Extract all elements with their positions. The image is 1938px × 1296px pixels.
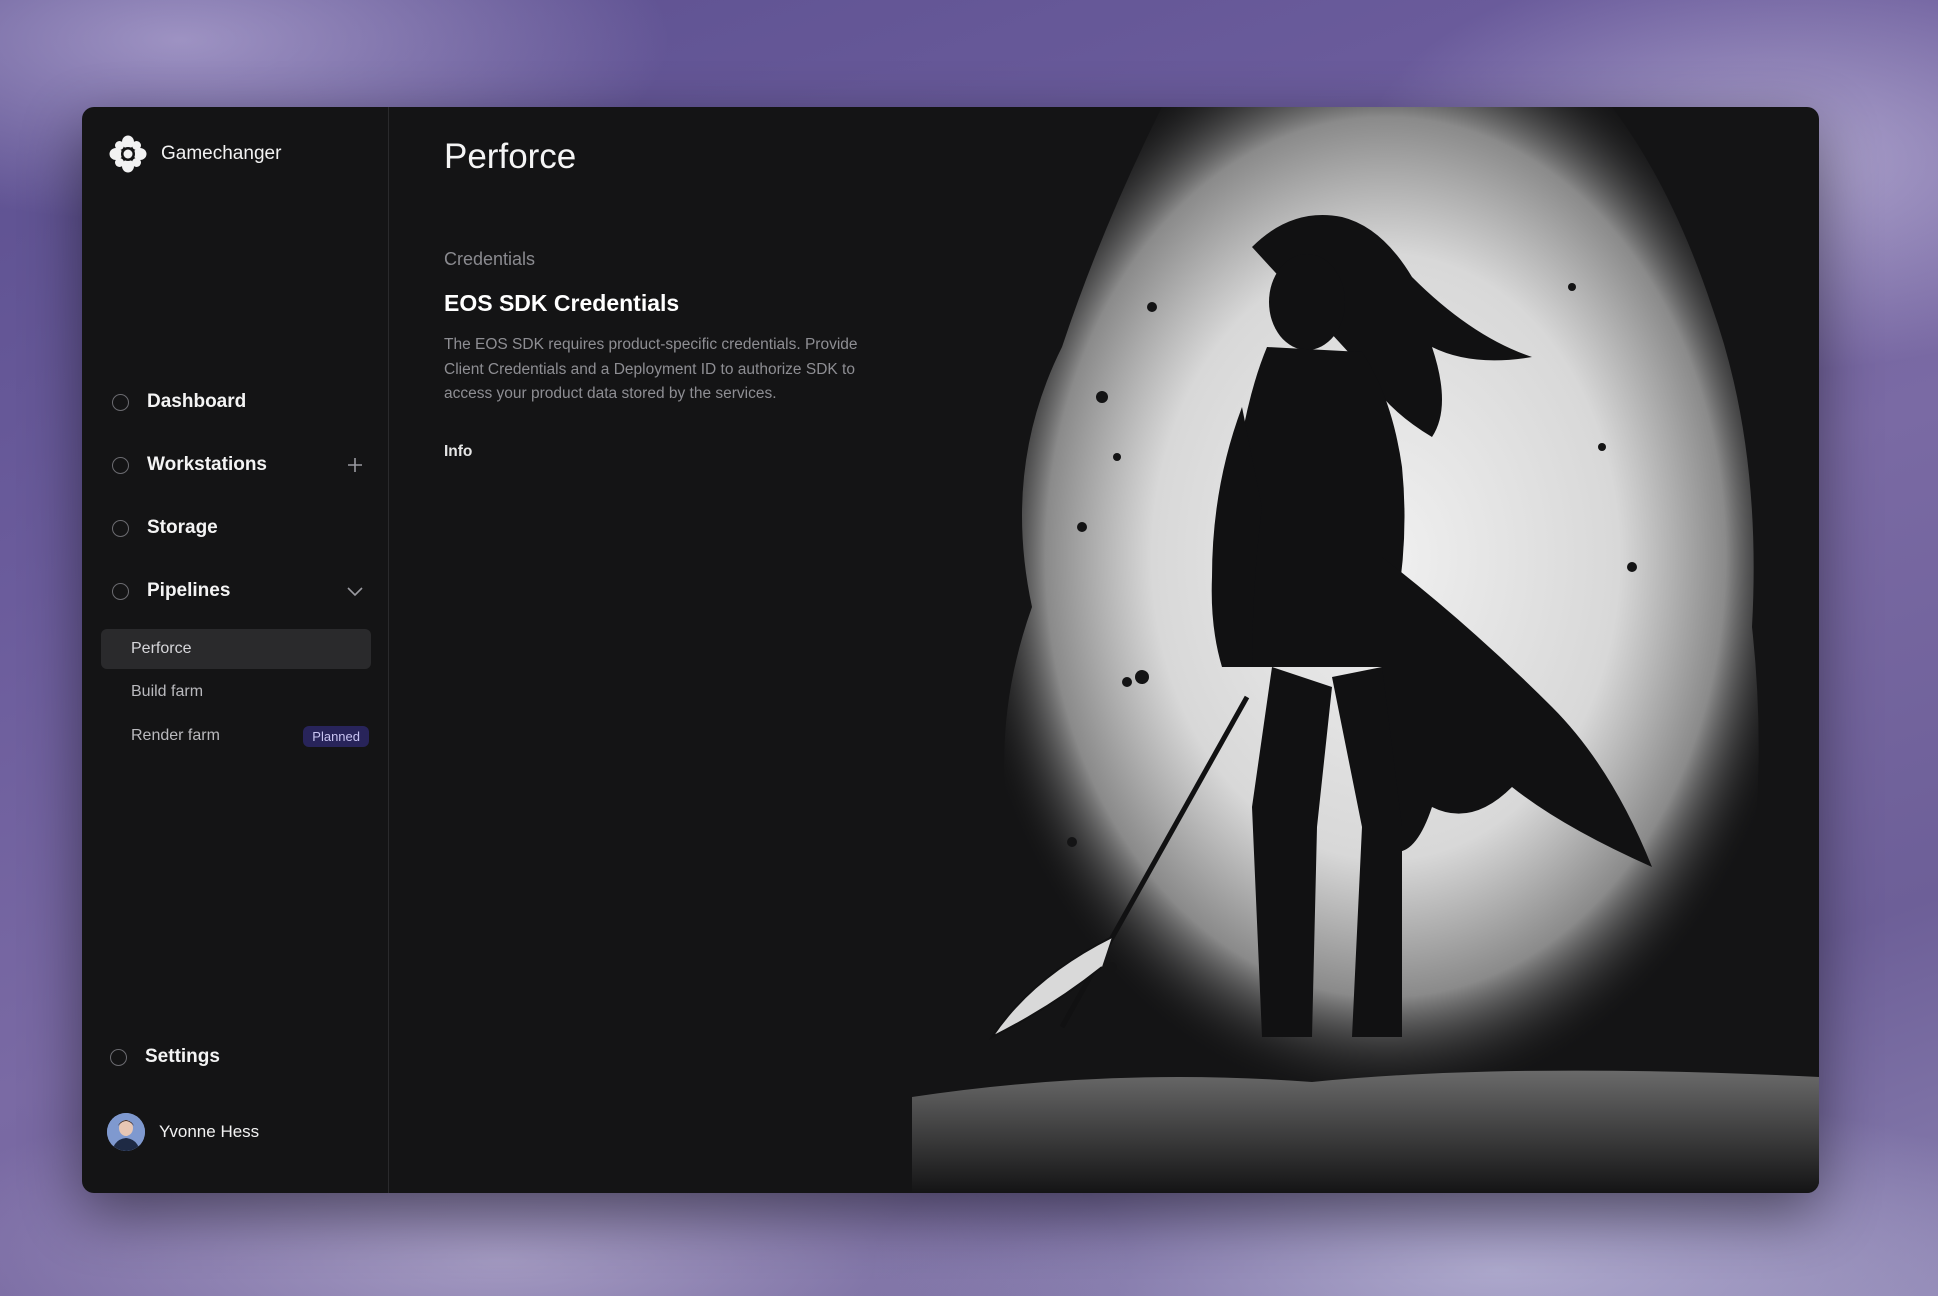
radio-circle-icon — [112, 393, 129, 411]
sidebar-item-label: Settings — [145, 1046, 220, 1067]
sidebar-item-dashboard[interactable]: Dashboard — [112, 387, 366, 417]
sidebar-item-label: Dashboard — [147, 391, 247, 412]
sidebar-item-workstations[interactable]: Workstations — [112, 450, 366, 480]
app-name: Gamechanger — [161, 143, 282, 164]
subnav-label: Build farm — [131, 683, 204, 700]
sidebar-item-label: Pipelines — [147, 580, 231, 601]
info-link[interactable]: Info — [444, 443, 472, 461]
page-title: Perforce — [444, 137, 577, 176]
radio-circle-icon — [112, 519, 129, 537]
hero-image — [912, 107, 1819, 1193]
radio-circle-icon — [110, 1048, 127, 1066]
sidebar-item-settings[interactable]: Settings — [110, 1042, 220, 1072]
card-title: EOS SDK Credentials — [444, 290, 680, 316]
chevron-down-icon[interactable] — [344, 580, 366, 602]
subnav-label: Render farm — [131, 727, 220, 744]
sidebar-subitem-perforce[interactable]: Perforce — [101, 629, 371, 669]
sidebar-item-label: Storage — [147, 517, 218, 538]
section-label: Credentials — [444, 249, 536, 269]
sidebar-subitem-build-farm[interactable]: Build farm — [101, 672, 371, 712]
sidebar-item-storage[interactable]: Storage — [112, 513, 366, 543]
flower-logo-icon — [109, 135, 147, 173]
radio-circle-icon — [112, 582, 129, 600]
sidebar: Gamechanger Dashboard Workstations Stora… — [82, 107, 389, 1193]
plus-icon[interactable] — [344, 454, 366, 476]
main-content: Perforce Credentials EOS SDK Credentials… — [389, 107, 1819, 1193]
status-badge: Planned — [303, 725, 369, 747]
user-profile[interactable]: Yvonne Hess — [107, 1113, 259, 1151]
subnav-label: Perforce — [131, 640, 192, 657]
brand[interactable]: Gamechanger — [109, 135, 281, 173]
card-description: The EOS SDK requires product-specific cr… — [444, 336, 858, 402]
sidebar-item-label: Workstations — [147, 454, 268, 475]
radio-circle-icon — [112, 456, 129, 474]
sidebar-subitem-render-farm[interactable]: Render farm Planned — [101, 716, 371, 756]
sidebar-item-pipelines[interactable]: Pipelines — [112, 576, 366, 606]
avatar — [107, 1113, 145, 1151]
app-window: Gamechanger Dashboard Workstations Stora… — [82, 107, 1819, 1193]
user-name: Yvonne Hess — [159, 1122, 260, 1141]
